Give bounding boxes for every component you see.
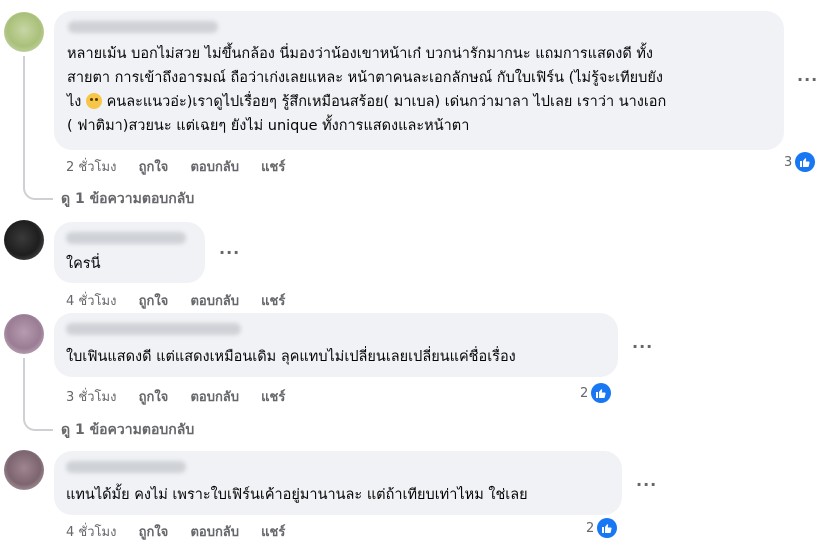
avatar[interactable] [4,314,44,354]
reaction-count[interactable]: 3 [784,152,816,172]
comment-timestamp[interactable]: 4 ชั่วโมง [66,294,116,309]
view-replies-link[interactable]: ดู 1 ข้อความตอบกลับ [61,419,194,441]
comment-actions: 3 ชั่วโมง ถูกใจ ตอบกลับ แชร์ [66,386,303,407]
share-button[interactable]: แชร์ [261,390,285,405]
author-name-redacted[interactable] [66,232,186,244]
comment-text-line: สายตา การเข้าถึงอารมณ์ ถือว่าเก่งเลยแหละ… [67,70,663,86]
avatar[interactable] [4,12,44,52]
author-name-redacted[interactable] [66,461,186,473]
comment-text-line: ( ฟาติมา)สวยนะ แต่เฉยๆ ยังไม่ unique ทั้… [67,118,470,134]
avatar[interactable] [4,220,44,260]
comment-bubble: ใครนี่ [54,222,205,283]
reply-button[interactable]: ตอบกลับ [190,160,239,175]
thumbs-up-icon [597,518,618,538]
like-button[interactable]: ถูกใจ [139,160,169,175]
comment-text-fragment: ไง [67,94,82,110]
comment-actions: 4 ชั่วโมง ถูกใจ ตอบกลับ แชร์ [66,521,303,542]
comment-timestamp[interactable]: 3 ชั่วโมง [66,390,116,405]
like-button[interactable]: ถูกใจ [139,294,169,309]
comment-actions: 2 ชั่วโมง ถูกใจ ตอบกลับ แชร์ [66,156,303,177]
more-options-icon[interactable]: ··· [797,70,818,89]
share-button[interactable]: แชร์ [261,294,285,309]
reaction-count[interactable]: 2 [580,383,612,403]
comment-text-fragment: คนละแนวอ่ะ)เราดูไปเรื่อยๆ รู้สึกเหมือนสร… [106,94,667,110]
comment-text-line: ใบเฟินแสดงดี แต่แสดงเหมือนเดิม ลุคแทบไม่… [66,349,516,365]
reply-button[interactable]: ตอบกลับ [190,390,239,405]
more-options-icon[interactable]: ··· [219,243,240,262]
avatar[interactable] [4,450,44,490]
like-button[interactable]: ถูกใจ [139,390,169,405]
thread-connector [23,358,25,415]
view-replies-link[interactable]: ดู 1 ข้อความตอบกลับ [61,188,194,210]
comment-text-line: ใครนี่ [66,256,101,272]
reaction-number: 2 [586,520,595,536]
reply-button[interactable]: ตอบกลับ [190,294,239,309]
thread-connector [23,184,53,200]
comment-text-line: ไง คนละแนวอ่ะ)เราดูไปเรื่อยๆ รู้สึกเหมือ… [67,91,666,115]
more-options-icon[interactable]: ··· [632,337,653,356]
comment-bubble: แทนได้มั้ย คงไม่ เพราะใบเฟิร์นเค้าอยู่มา… [54,451,622,515]
thumbs-up-icon [591,383,612,403]
reaction-count[interactable]: 2 [586,518,618,538]
share-button[interactable]: แชร์ [261,160,285,175]
author-name-redacted[interactable] [68,21,218,33]
comment-bubble: หลายเม้น บอกไม่สวย ไม่ขึ้นกล้อง นี่มองว่… [54,11,784,150]
reaction-number: 3 [784,154,793,170]
thread-connector [23,56,25,184]
comment-actions: 4 ชั่วโมง ถูกใจ ตอบกลับ แชร์ [66,290,303,311]
thumbs-up-icon [795,152,816,172]
author-name-redacted[interactable] [66,323,241,335]
sad-face-emoji-icon [85,93,102,109]
comment-bubble: ใบเฟินแสดงดี แต่แสดงเหมือนเดิม ลุคแทบไม่… [54,313,618,377]
comment-text-line: หลายเม้น บอกไม่สวย ไม่ขึ้นกล้อง นี่มองว่… [67,46,653,62]
thread-connector [23,415,53,431]
comment-text-line: แทนได้มั้ย คงไม่ เพราะใบเฟิร์นเค้าอยู่มา… [66,487,528,503]
reaction-number: 2 [580,385,589,401]
comment-timestamp[interactable]: 2 ชั่วโมง [66,160,116,175]
more-options-icon[interactable]: ··· [636,475,657,494]
